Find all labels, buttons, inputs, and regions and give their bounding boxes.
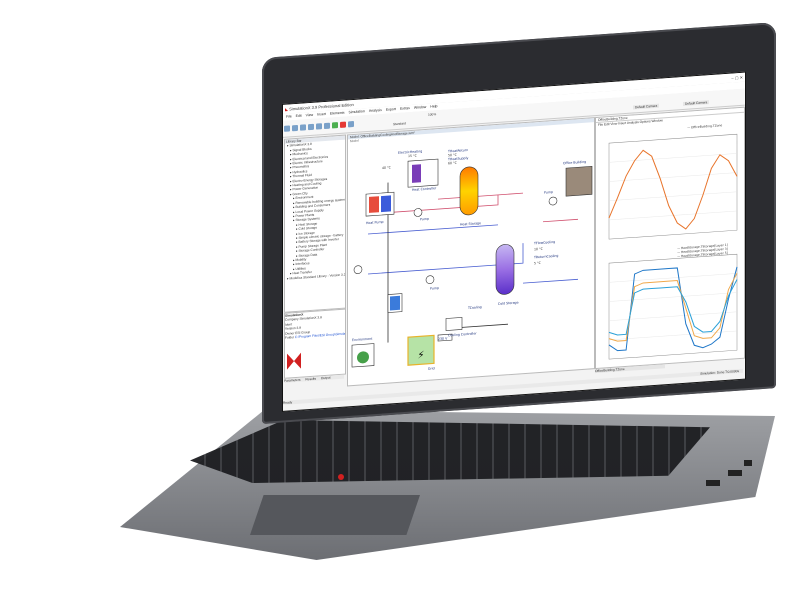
model-label: 230 V <box>438 336 448 341</box>
model-label: Cold Storage <box>498 300 519 305</box>
model-canvas[interactable]: Model: OfficeBuildingCoolingAndStorage.i… <box>347 117 595 387</box>
menu-insert[interactable]: Insert <box>317 112 326 117</box>
tab-parameters[interactable]: Parameters <box>284 378 300 383</box>
paste-icon[interactable] <box>324 122 330 130</box>
view-tab-1[interactable]: Default Camera <box>633 103 660 110</box>
cut-icon[interactable] <box>308 123 314 131</box>
tab-output[interactable]: Output <box>321 376 331 381</box>
model-readout: 50 °C <box>448 153 458 158</box>
legend-entry: — OfficeBuilding.TZone <box>687 123 722 129</box>
heat-storage-tank <box>459 166 479 216</box>
status-right: Simulation: Done T:0.0000s <box>700 369 739 376</box>
info-panel: SimulationX Company SimulationX 3.8 Ident… <box>284 308 346 379</box>
model-diagram[interactable]: ⚡ ElectricHeating THeatReturnTHeatSupplyH… <box>348 128 594 385</box>
info-field-label: Folder <box>285 335 295 340</box>
plot-heat-storage[interactable]: — HeatStorage.TStorage[Layer 1]— HeatSto… <box>597 240 743 368</box>
model-label: TFlowCooling <box>533 240 555 246</box>
zoom-icon[interactable] <box>348 120 354 128</box>
model-label: TReturnCooling <box>533 254 558 260</box>
menu-help[interactable]: Help <box>430 104 437 109</box>
trackpoint[interactable] <box>338 474 344 480</box>
app-logo-icon: ◣ <box>285 106 289 112</box>
menu-elements[interactable]: Elements <box>330 111 345 116</box>
menu-export[interactable]: Export <box>386 107 396 112</box>
model-label: TCooling <box>467 305 482 310</box>
plot-window: OfficeBuilding.TZone File Edit View Inse… <box>595 106 745 370</box>
model-label: Grid <box>428 366 435 370</box>
screen: ◣ SimulationX 3.9 Professional Edition –… <box>282 71 746 413</box>
model-label: Pump <box>420 217 429 222</box>
new-icon[interactable] <box>284 125 290 132</box>
pump-icon <box>413 208 423 217</box>
usb-port <box>706 480 720 486</box>
pump-icon <box>425 275 435 284</box>
usb-port <box>728 470 742 476</box>
plot-menu-item[interactable]: Analysis <box>627 120 640 125</box>
stop-icon[interactable] <box>340 121 346 128</box>
plot-menu-item[interactable]: Options <box>640 120 652 125</box>
pump-icon <box>548 196 558 206</box>
model-label: Pump <box>430 286 439 291</box>
model-readout: 5 °C <box>534 261 542 266</box>
menu-file[interactable]: File <box>286 114 292 118</box>
plot-tzone[interactable]: — OfficeBuilding.TZone <box>597 120 743 248</box>
library-bar: Library Bar ▸ SimulationX 3.8 ▸ Signal Bl… <box>284 134 346 313</box>
svg-text:⚡: ⚡ <box>417 350 424 361</box>
model-readout: 15 °C <box>408 154 418 159</box>
info-fields: Company SimulationX 3.8 Ident Version 3.8… <box>285 314 346 340</box>
open-icon[interactable] <box>292 124 298 132</box>
pump-icon <box>353 265 363 274</box>
cold-storage-tank <box>495 244 515 295</box>
save-icon[interactable] <box>300 124 306 131</box>
copy-icon[interactable] <box>316 123 322 130</box>
touchpad[interactable] <box>250 495 420 535</box>
menu-window[interactable]: Window <box>414 105 426 110</box>
menu-analysis[interactable]: Analysis <box>369 108 382 113</box>
menu-view[interactable]: View <box>306 113 314 118</box>
menu-simulation[interactable]: Simulation <box>348 109 364 114</box>
model-readout: 60 °C <box>448 161 458 166</box>
model-label: Heat Pump <box>366 220 384 225</box>
simulationx-logo-icon <box>287 352 301 370</box>
plot-frame <box>608 253 738 360</box>
model-label: Environment <box>352 337 373 342</box>
menu-edit[interactable]: Edit <box>296 114 302 118</box>
model-readout: 10 °C <box>534 247 544 252</box>
model-label: Heat Controller <box>412 186 437 192</box>
plot-menu-item[interactable]: Window <box>652 119 663 124</box>
library-tree: ▸ SimulationX 3.8 ▸ Signal Blocks ▸ Mechan… <box>285 140 346 281</box>
plot-menu-item[interactable]: View <box>610 122 618 126</box>
hdmi-port <box>744 460 752 466</box>
model-label: Heat Storage <box>460 221 481 226</box>
run-icon[interactable] <box>332 122 338 129</box>
tab-results[interactable]: Results <box>305 377 316 382</box>
plot-frame <box>608 133 738 240</box>
model-label: Pump <box>544 190 553 195</box>
menu-extras[interactable]: Extras <box>400 106 410 111</box>
model-readout: 40 °C <box>382 165 392 170</box>
theme-select[interactable]: Standard <box>393 121 406 126</box>
zoom-select[interactable]: 100% <box>428 112 436 117</box>
view-tab-2[interactable]: Default Camera <box>683 100 710 107</box>
status-left: Ready <box>283 400 293 405</box>
office-building-block <box>565 166 593 197</box>
cooling-controller-block <box>445 317 463 331</box>
plot-menu-item[interactable]: Insert <box>618 121 627 126</box>
model-label: Cooling Controller <box>448 331 477 337</box>
model-label: Office Building <box>563 160 586 166</box>
